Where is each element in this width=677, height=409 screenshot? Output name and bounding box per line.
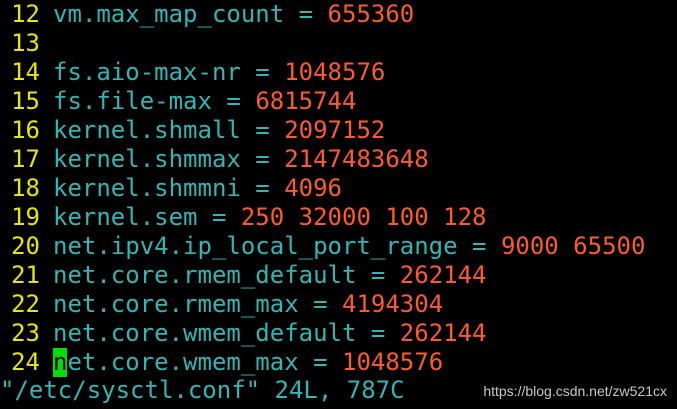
setting-value: 9000 65500 [500,232,646,260]
setting-value: 2147483648 [284,145,429,173]
equals-sign: = [356,319,400,347]
setting-key: kernel.sem [53,203,198,231]
equals-sign: = [240,145,285,173]
equals-sign: = [211,87,256,115]
line-number: 15 [11,87,40,115]
equals-sign: = [240,58,285,86]
setting-key: fs.aio-max-nr [53,58,241,86]
setting-key: net.core.rmem_default [53,261,357,289]
line-number: 12 [11,0,40,28]
setting-key: kernel.shmmax [53,145,241,173]
equals-sign: = [298,290,342,318]
line-number: 20 [11,232,40,260]
setting-key: et.core.wmem_max [67,348,299,376]
setting-value: 4096 [284,174,342,202]
setting-value: 655360 [327,0,415,28]
line-number: 23 [11,319,40,347]
setting-value: 262144 [399,261,487,289]
setting-key: net.core.rmem_max [53,290,299,318]
setting-value: 6815744 [255,87,357,115]
setting-key: kernel.shmmni [53,174,241,202]
setting-value: 1048576 [284,58,386,86]
buffer-line: 22 net.core.rmem_max = 4194304 [0,290,677,319]
equals-sign: = [240,116,285,144]
buffer-line: 15 fs.file-max = 6815744 [0,87,677,116]
setting-value: 250 32000 100 128 [240,203,487,231]
buffer-line: 21 net.core.rmem_default = 262144 [0,261,677,290]
equals-sign: = [284,0,328,28]
buffer-line: 14 fs.aio-max-nr = 1048576 [0,58,677,87]
buffer-line: 17 kernel.shmmax = 2147483648 [0,145,677,174]
setting-key: kernel.shmall [53,116,241,144]
equals-sign: = [298,348,342,376]
setting-value: 2097152 [284,116,386,144]
buffer-line-current: 24 n et.core.wmem_max = 1048576 [0,348,677,377]
setting-key: net.core.wmem_default [53,319,357,347]
equals-sign: = [197,203,241,231]
line-number: 22 [11,290,40,318]
equals-sign: = [356,261,400,289]
line-number: 21 [11,261,40,289]
buffer-line: 19 kernel.sem = 250 32000 100 128 [0,203,677,232]
line-number: 16 [11,116,40,144]
buffer-line: 20 net.ipv4.ip_local_port_range = 9000 6… [0,232,677,261]
setting-value: 1048576 [342,348,444,376]
csdn-watermark: https://blog.csdn.net/zw521cx [483,383,667,399]
setting-key: net.ipv4.ip_local_port_range [53,232,458,260]
line-number: 13 [11,29,40,57]
setting-value: 4194304 [342,290,444,318]
setting-key: vm.max_map_count [53,0,285,28]
setting-value: 262144 [399,319,487,347]
line-number: 24 [11,348,40,376]
vim-editor-buffer[interactable]: 12 vm.max_map_count = 655360 13 14 fs.ai… [0,0,677,380]
equals-sign: = [240,174,285,202]
buffer-line: 23 net.core.wmem_default = 262144 [0,319,677,348]
buffer-line: 16 kernel.shmall = 2097152 [0,116,677,145]
buffer-line: 13 [0,29,677,58]
text-cursor[interactable]: n [53,348,68,377]
setting-key: fs.file-max [53,87,212,115]
line-number: 17 [11,145,40,173]
buffer-line: 18 kernel.shmmni = 4096 [0,174,677,203]
equals-sign: = [457,232,501,260]
line-number: 19 [11,203,40,231]
line-number: 14 [11,58,40,86]
line-number: 18 [11,174,40,202]
buffer-line: 12 vm.max_map_count = 655360 [0,0,677,29]
